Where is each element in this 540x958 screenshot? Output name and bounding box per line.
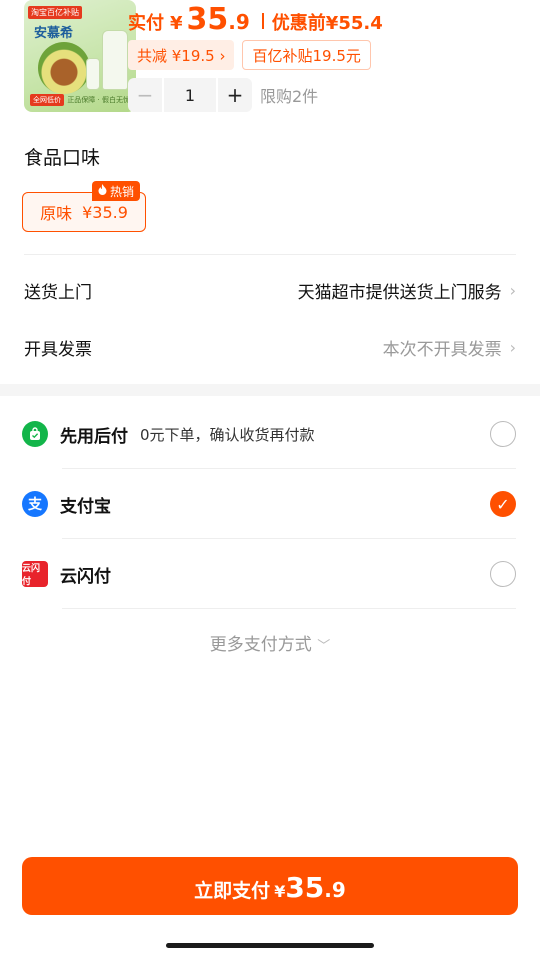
price-integer: 35 — [186, 2, 229, 37]
invoice-value-group: 本次不开具发票 › — [383, 335, 516, 360]
invoice-value: 本次不开具发票 — [382, 339, 502, 360]
pay-now-label: 立即支付 — [194, 880, 271, 902]
delivery-row[interactable]: 送货上门 天猫超市提供送货上门服务 › — [24, 270, 516, 310]
delivery-label: 送货上门 — [24, 282, 92, 303]
image-tag: 淘宝百亿补贴 — [28, 6, 82, 19]
subsidy-chip: 百亿补贴19.5元 — [242, 40, 371, 70]
divider — [62, 538, 516, 539]
hot-sale-badge: 热销 — [92, 181, 141, 201]
product-image[interactable]: 淘宝百亿补贴 安慕希 全网低价 正品保障 · 假白无忧 — [24, 0, 136, 112]
divider — [62, 468, 516, 469]
payment-name: 云闪付 — [60, 566, 111, 587]
delivery-value-group: 天猫超市提供送货上门服务 › — [298, 278, 516, 303]
unionpay-icon: 云闪付 — [22, 561, 48, 587]
radio-unselected[interactable] — [490, 561, 516, 587]
total-saving-chip[interactable]: 共减 ¥19.5 › — [128, 40, 235, 70]
pay-now-integer: 35 — [285, 871, 325, 904]
flame-icon — [98, 184, 107, 198]
avocado-graphic — [38, 42, 90, 94]
invoice-row[interactable]: 开具发票 本次不开具发票 › — [24, 327, 516, 367]
divider — [24, 254, 516, 255]
image-footer-right: 正品保障 · 假白无忧 — [67, 96, 130, 104]
original-price: ¥55.4 — [325, 13, 383, 34]
original-label: 优惠前 — [271, 13, 326, 34]
quantity-row: − 1 + 限购2件 — [128, 78, 318, 112]
image-footer: 全网低价 — [30, 94, 64, 106]
chevron-right-icon: › — [509, 337, 516, 357]
pay-now-button[interactable]: 立即支付 ¥ 35 .9 — [22, 857, 518, 915]
quantity-value[interactable]: 1 — [162, 78, 218, 112]
increase-button[interactable]: + — [218, 78, 252, 112]
flavor-title: 食品口味 — [24, 147, 101, 169]
radio-selected-check-icon[interactable]: ✓ — [490, 491, 516, 517]
price-separator — [261, 13, 264, 29]
quantity-stepper: − 1 + — [128, 78, 252, 112]
bag-check-icon — [22, 421, 48, 447]
more-payment-methods[interactable]: 更多支付方式 ﹀ — [0, 630, 540, 655]
purchase-limit: 限购2件 — [260, 87, 319, 106]
chevron-right-icon: › — [509, 280, 516, 300]
payment-desc: 0元下单，确认收货再付款 — [140, 425, 315, 444]
alipay-icon: 支 — [22, 491, 48, 517]
payment-name: 先用后付 — [60, 426, 128, 447]
home-indicator[interactable] — [166, 943, 374, 948]
pay-now-currency: ¥ — [274, 882, 286, 901]
discount-chips: 共减 ¥19.5 › 百亿补贴19.5元 — [128, 40, 371, 70]
invoice-label: 开具发票 — [24, 339, 92, 360]
more-payment-label: 更多支付方式 — [209, 635, 312, 655]
price-row: 实付 ¥ 35 .9 优惠前 ¥55.4 — [128, 2, 383, 38]
decrease-button[interactable]: − — [128, 78, 162, 112]
divider — [62, 608, 516, 609]
hot-badge-label: 热销 — [110, 184, 135, 199]
flavor-option-name: 原味 — [40, 204, 73, 223]
price-currency: ¥ — [170, 13, 183, 34]
bottle-graphic — [102, 30, 128, 90]
radio-unselected[interactable] — [490, 421, 516, 447]
chevron-down-icon: ﹀ — [317, 639, 331, 654]
small-bottle-graphic — [86, 58, 100, 90]
flavor-option-price: ¥35.9 — [82, 202, 128, 222]
payment-method-alipay[interactable]: 支 支付宝 ✓ — [22, 484, 518, 524]
image-brand: 安慕希 — [34, 26, 74, 41]
paid-label: 实付 — [128, 13, 164, 34]
payment-method-pay-later[interactable]: 先用后付 0元下单，确认收货再付款 — [22, 414, 518, 454]
delivery-value: 天猫超市提供送货上门服务 — [297, 282, 502, 303]
pay-now-decimal: .9 — [324, 878, 346, 902]
price-decimal: .9 — [228, 10, 250, 34]
payment-method-unionpay[interactable]: 云闪付 云闪付 — [22, 554, 518, 594]
payment-name: 支付宝 — [60, 496, 111, 517]
section-gap — [0, 384, 540, 396]
